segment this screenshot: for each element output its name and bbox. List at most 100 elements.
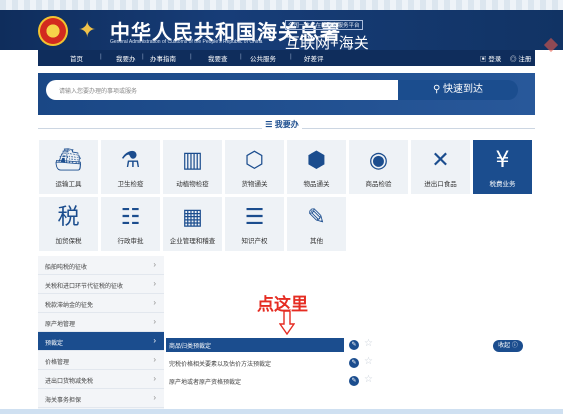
sidebar-item-tonnage-tax[interactable]: 船舶吨税的征收 ›	[38, 256, 164, 275]
sidebar-item-origin[interactable]: 原产地管理 ›	[38, 313, 164, 332]
building-icon: ▦	[182, 205, 203, 230]
nav-do[interactable]: 我要办	[116, 53, 136, 63]
tile-label: 其他	[310, 238, 323, 245]
bottom-border	[0, 409, 563, 414]
main-nav: 首页 | 我要办 | 办事指南 | 我要查 | 公共服务 | 好差评 ▣ 登录 …	[38, 50, 535, 66]
tile-label: 税费业务	[489, 181, 516, 188]
sidebar-item-label: 税款滞纳金的征免	[45, 303, 94, 309]
tile-transport[interactable]: ⛴ 运输工具	[38, 139, 99, 195]
sidebar-item-price-management[interactable]: 价格管理 ›	[38, 351, 164, 370]
nav-separator: |	[142, 53, 144, 60]
register-link[interactable]: ◎ 注册	[510, 53, 531, 63]
platform-badge: 全国一体化在线政务服务平台	[285, 20, 363, 30]
box-icon: ⬡	[244, 148, 265, 173]
apply-pen-icon[interactable]: ✎	[349, 376, 359, 386]
section-logo-text: 我要办	[274, 120, 299, 129]
approval-icon: ☷	[120, 205, 141, 230]
tile-label: 物品通关	[303, 181, 330, 188]
test-tubes-icon: ▥	[182, 148, 203, 173]
arrow-down-icon	[279, 311, 295, 335]
section-logo: ☰ 我要办	[262, 119, 302, 137]
ship-icon: ⛴	[54, 148, 83, 173]
login-label: 登录	[488, 56, 502, 63]
site-subtitle: General Administration of Customs of the…	[110, 39, 263, 45]
nav-feedback[interactable]: 好差评	[304, 53, 324, 63]
collapse-label: 收起	[498, 343, 511, 349]
tile-processing-trade[interactable]: 税加贸保税	[38, 196, 99, 252]
service-item-origin-ruling[interactable]: 原产地或者原产资格预裁定	[166, 374, 496, 388]
register-label: 注册	[518, 56, 532, 63]
sidebar-item-guarantee[interactable]: 海关事务担保 ›	[38, 389, 164, 408]
nav-separator: |	[190, 53, 192, 60]
chevron-right-icon: ›	[153, 336, 156, 345]
search-input[interactable]: 请输入您要办理的事项或服务	[46, 80, 398, 100]
tile-enterprise-management[interactable]: ▦ 企业管理和稽查	[162, 196, 223, 252]
microscope-icon: ⚗	[120, 148, 141, 173]
tile-tax-business[interactable]: ¥ 税费业务	[472, 139, 533, 195]
tile-label: 运输工具	[55, 181, 82, 188]
tile-articles-clearance[interactable]: ⬢ 物品通关	[286, 139, 347, 195]
site-header: ✦ 中华人民共和国海关总署 General Administration of …	[0, 10, 563, 52]
tile-import-export-food[interactable]: ✕ 进出口食品	[410, 139, 471, 195]
sidebar-item-label: 预裁定	[45, 341, 64, 347]
sidebar-item-label: 海关事务担保	[45, 398, 82, 404]
pin-icon: ✎	[307, 205, 326, 230]
tile-label: 动植物检疫	[176, 181, 209, 188]
quick-access-label: 快速到达	[443, 84, 484, 95]
customs-logo-icon: ✦	[78, 18, 97, 43]
tile-label: 行政审批	[117, 238, 144, 245]
tile-health-quarantine[interactable]: ⚗ 卫生检疫	[100, 139, 161, 195]
nav-public-service[interactable]: 公共服务	[250, 53, 276, 63]
favorite-star-icon[interactable]: ☆	[364, 357, 374, 367]
quick-access-button[interactable]: ⚲ 快速到达	[398, 80, 518, 100]
tile-label: 卫生检疫	[117, 181, 144, 188]
nav-guide[interactable]: 办事指南	[150, 53, 176, 63]
chevron-right-icon: ›	[153, 374, 156, 383]
decorative-stripes	[0, 0, 563, 10]
tile-label: 货物通关	[241, 181, 268, 188]
nav-home[interactable]: 首页	[70, 53, 83, 63]
tile-intellectual-property[interactable]: ☰ 知识产权	[224, 196, 285, 252]
sidebar-item-label: 进出口货物减免税	[45, 379, 94, 385]
tile-commodity-inspection[interactable]: ◉ 商品检验	[348, 139, 409, 195]
tile-label: 知识产权	[241, 238, 268, 245]
sidebar-item-customs-duty[interactable]: 关税和进口环节代征税的征收 ›	[38, 275, 164, 294]
nav-query[interactable]: 我要查	[208, 53, 228, 63]
tile-administrative-approval[interactable]: ☷ 行政审批	[100, 196, 161, 252]
service-item-label: 商品归类预裁定	[169, 344, 212, 350]
sidebar-item-label: 价格管理	[45, 360, 70, 366]
favorite-star-icon[interactable]: ☆	[364, 339, 374, 349]
tile-goods-clearance[interactable]: ⬡ 货物通关	[224, 139, 285, 195]
layers-icon: ☰	[244, 205, 265, 230]
service-item-classification-ruling[interactable]: 商品归类预裁定	[166, 338, 344, 352]
collapse-button[interactable]: 收起 ⓘ	[493, 340, 523, 352]
chevron-right-icon: ›	[153, 355, 156, 364]
nav-separator: |	[100, 53, 102, 60]
sidebar-item-tax-exemption[interactable]: 进出口货物减免税 ›	[38, 370, 164, 389]
tile-label: 商品检验	[365, 181, 392, 188]
nav-separator: |	[240, 53, 242, 60]
page-frame: ✦ 中华人民共和国海关总署 General Administration of …	[0, 0, 563, 414]
nav-separator: |	[290, 53, 292, 60]
tax-icon: ¥	[495, 148, 510, 173]
chevron-right-icon: ›	[153, 317, 156, 326]
chevron-right-icon: ›	[153, 393, 156, 402]
chevron-right-icon: ›	[153, 260, 156, 269]
utensils-icon: ✕	[431, 148, 450, 173]
tile-label: 加贸保税	[55, 238, 82, 245]
national-emblem-icon	[38, 16, 68, 46]
tax-sidebar: 船舶吨税的征收 › 关税和进口环节代征税的征收 › 税款滞纳金的征免 › 原产地管理 ›…	[38, 256, 164, 414]
service-item-label: 完税价格相关要素以及估价方法预裁定	[169, 362, 272, 368]
tile-other[interactable]: ✎ 其他	[286, 196, 347, 252]
eye-icon: ◉	[368, 148, 389, 173]
tile-label: 企业管理和稽查	[169, 238, 216, 245]
apply-pen-icon[interactable]: ✎	[349, 340, 359, 350]
sidebar-item-late-fee[interactable]: 税款滞纳金的征免 ›	[38, 294, 164, 313]
tile-plant-animal-quarantine[interactable]: ▥ 动植物检疫	[162, 139, 223, 195]
login-link[interactable]: ▣ 登录	[480, 53, 501, 63]
chevron-right-icon: ›	[153, 298, 156, 307]
favorite-star-icon[interactable]: ☆	[364, 375, 374, 385]
sidebar-item-advance-ruling[interactable]: 预裁定 ›	[38, 332, 164, 351]
apply-pen-icon[interactable]: ✎	[349, 358, 359, 368]
service-item-valuation-ruling[interactable]: 完税价格相关要素以及估价方法预裁定	[166, 356, 496, 370]
